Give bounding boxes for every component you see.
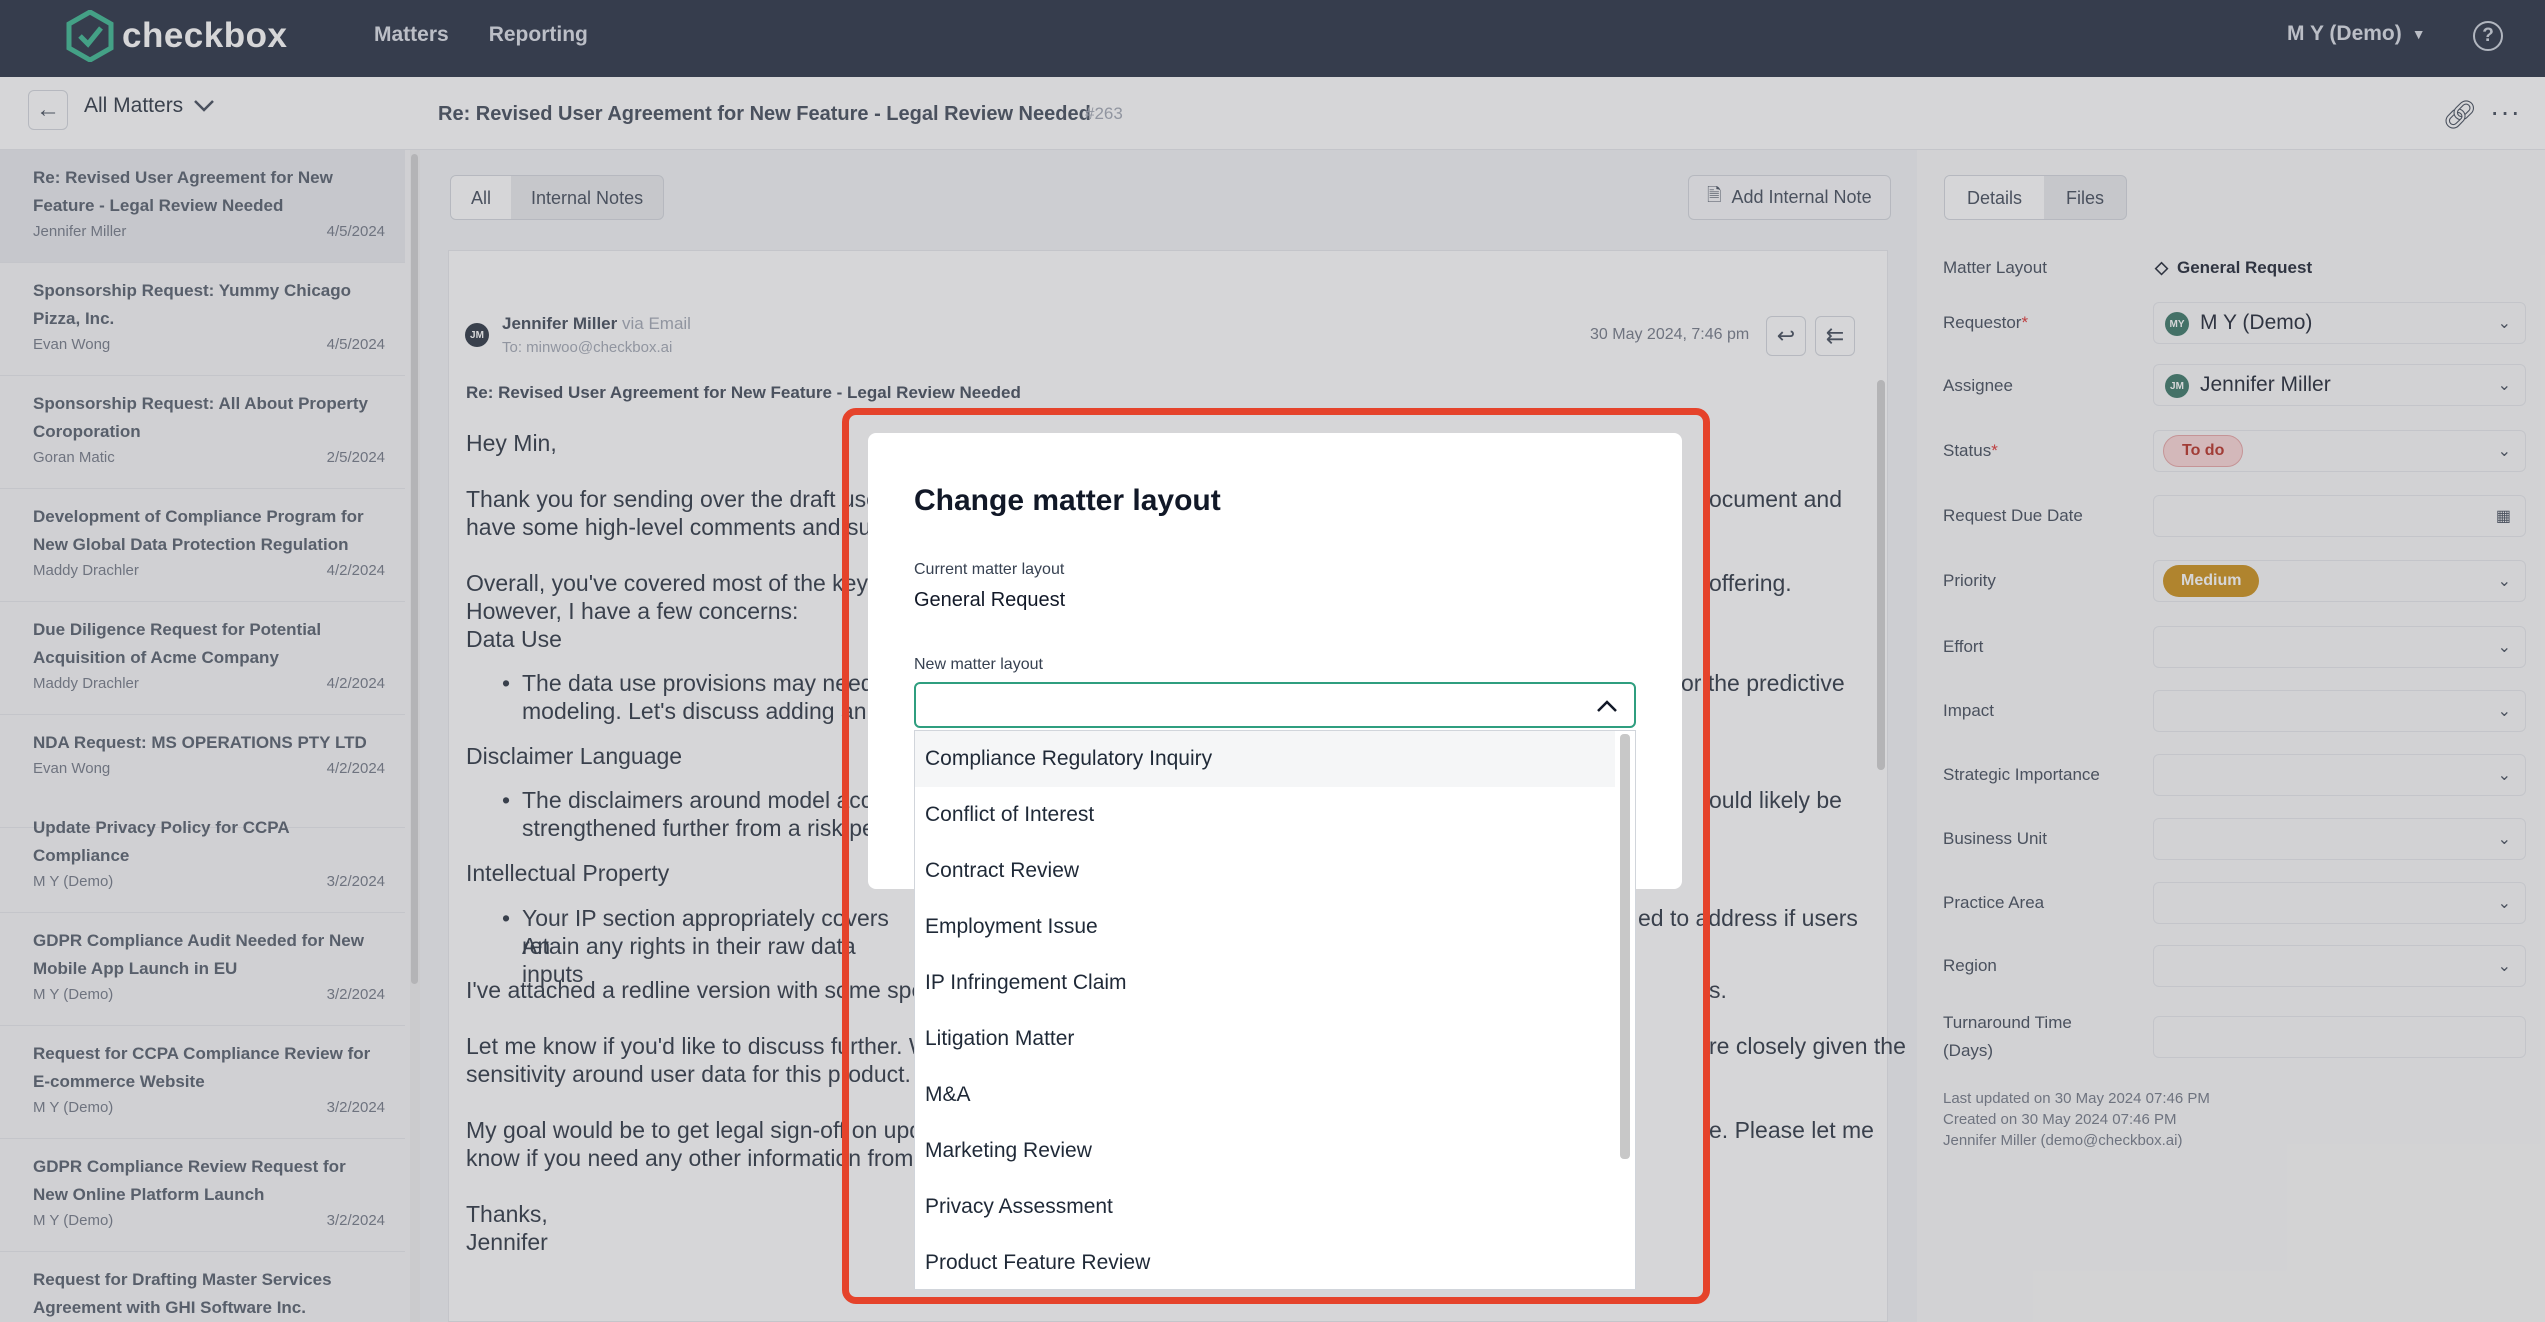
layout-options-dropdown: Compliance Regulatory Inquiry Conflict o… xyxy=(914,730,1636,1290)
option-product-feature-review[interactable]: Product Feature Review xyxy=(915,1235,1615,1289)
option-litigation-matter[interactable]: Litigation Matter xyxy=(915,1011,1615,1067)
dropdown-scrollbar[interactable] xyxy=(1620,734,1630,1159)
current-layout-value: General Request xyxy=(914,589,1066,611)
option-contract-review[interactable]: Contract Review xyxy=(915,843,1615,899)
new-layout-label: New matter layout xyxy=(914,656,1043,673)
current-layout-label: Current matter layout xyxy=(914,561,1065,578)
option-conflict-of-interest[interactable]: Conflict of Interest xyxy=(915,787,1615,843)
option-m-and-a[interactable]: M&A xyxy=(915,1067,1615,1123)
option-marketing-review[interactable]: Marketing Review xyxy=(915,1123,1615,1179)
option-privacy-assessment[interactable]: Privacy Assessment xyxy=(915,1179,1615,1235)
option-employment-issue[interactable]: Employment Issue xyxy=(915,899,1615,955)
chevron-up-icon[interactable] xyxy=(1596,699,1618,713)
dialog-title: Change matter layout xyxy=(914,484,1221,517)
option-ip-infringement-claim[interactable]: IP Infringement Claim xyxy=(915,955,1615,1011)
option-compliance-regulatory-inquiry[interactable]: Compliance Regulatory Inquiry xyxy=(915,731,1615,787)
new-layout-select[interactable] xyxy=(914,682,1636,728)
